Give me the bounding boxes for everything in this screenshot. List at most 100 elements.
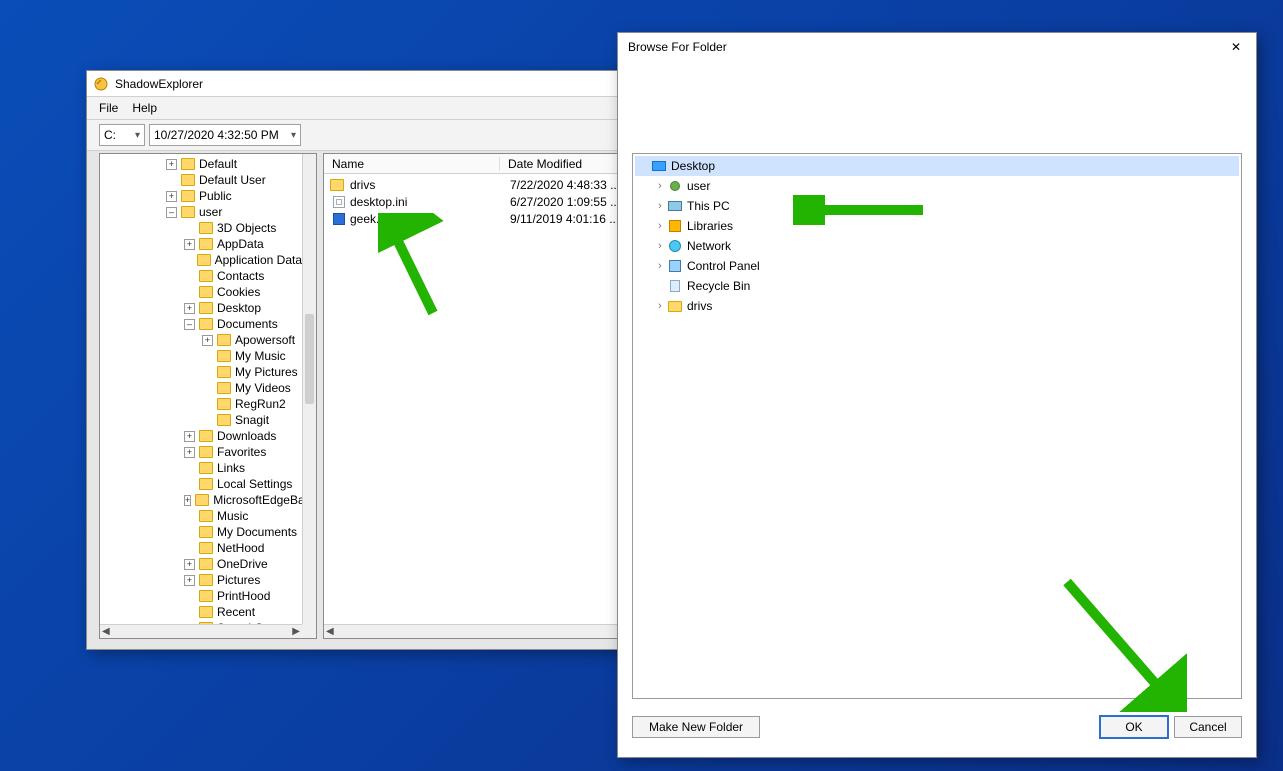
browse-tree-item-label: Network bbox=[687, 239, 731, 253]
tree-item[interactable]: Local Settings bbox=[102, 476, 302, 492]
expand-toggle-icon[interactable]: + bbox=[166, 191, 177, 202]
make-new-folder-button[interactable]: Make New Folder bbox=[632, 716, 760, 738]
expand-toggle-icon[interactable]: + bbox=[184, 447, 195, 458]
file-name: desktop.ini bbox=[350, 195, 510, 209]
cp-icon bbox=[667, 258, 683, 274]
file-name: drivs bbox=[350, 178, 510, 192]
tree-item[interactable]: Music bbox=[102, 508, 302, 524]
dialog-titlebar[interactable]: Browse For Folder ✕ bbox=[618, 33, 1256, 61]
tree-item[interactable]: Recent bbox=[102, 604, 302, 620]
browse-tree-item[interactable]: › Network bbox=[635, 236, 1239, 256]
close-icon[interactable]: ✕ bbox=[1226, 40, 1246, 54]
folder-icon bbox=[199, 446, 213, 458]
drive-combo[interactable]: C: ▾ bbox=[99, 124, 145, 146]
tree-item[interactable]: Snagit bbox=[102, 412, 302, 428]
tree-spacer bbox=[202, 351, 213, 362]
settings-file-icon bbox=[332, 195, 346, 209]
menu-help[interactable]: Help bbox=[132, 101, 157, 115]
ok-button[interactable]: OK bbox=[1100, 716, 1168, 738]
tree-item[interactable]: +Apowersoft bbox=[102, 332, 302, 348]
folder-icon bbox=[199, 302, 213, 314]
snapshot-combo-value: 10/27/2020 4:32:50 PM bbox=[154, 128, 279, 142]
tree-item[interactable]: Contacts bbox=[102, 268, 302, 284]
chevron-right-icon[interactable]: › bbox=[655, 300, 667, 312]
window-title: ShadowExplorer bbox=[115, 77, 203, 91]
tree-item[interactable]: +Default bbox=[102, 156, 302, 172]
tree-item[interactable]: PrintHood bbox=[102, 588, 302, 604]
browse-tree-item[interactable]: ›This PC bbox=[635, 196, 1239, 216]
expand-toggle-icon[interactable]: + bbox=[184, 559, 195, 570]
folder-tree-pane: +DefaultDefault User + Public–user3D Objec… bbox=[99, 153, 317, 639]
tree-hscrollbar[interactable]: ◀▶ bbox=[100, 624, 302, 638]
browse-tree-item-label: Control Panel bbox=[687, 259, 760, 273]
browse-tree-item[interactable]: › Control Panel bbox=[635, 256, 1239, 276]
browse-tree-item[interactable]: ›Libraries bbox=[635, 216, 1239, 236]
expand-toggle-icon[interactable]: + bbox=[184, 575, 195, 586]
expand-toggle-icon[interactable]: + bbox=[184, 495, 191, 506]
tree-item[interactable]: +Favorites bbox=[102, 444, 302, 460]
browse-tree-item[interactable]: Desktop bbox=[635, 156, 1239, 176]
col-name[interactable]: Name bbox=[324, 157, 500, 171]
browse-tree-item[interactable]: Recycle Bin bbox=[635, 276, 1239, 296]
folder-tree[interactable]: +DefaultDefault User + Public–user3D Objec… bbox=[100, 154, 302, 624]
tree-vscrollbar[interactable] bbox=[302, 154, 316, 624]
tree-item-label: Public bbox=[199, 189, 232, 203]
tree-item[interactable]: My Music bbox=[102, 348, 302, 364]
chevron-right-icon[interactable]: › bbox=[655, 200, 667, 212]
tree-item[interactable]: Application Data bbox=[102, 252, 302, 268]
tree-spacer bbox=[166, 175, 177, 186]
expand-toggle-icon[interactable]: – bbox=[166, 207, 177, 218]
tree-item[interactable]: +Pictures bbox=[102, 572, 302, 588]
cancel-button[interactable]: Cancel bbox=[1174, 716, 1242, 738]
browse-tree-item-label: Recycle Bin bbox=[687, 279, 750, 293]
folder-icon bbox=[217, 334, 231, 346]
tree-item[interactable]: My Pictures bbox=[102, 364, 302, 380]
browse-tree-item[interactable]: ›drivs bbox=[635, 296, 1239, 316]
chevron-right-icon[interactable]: › bbox=[655, 260, 667, 272]
tree-item[interactable]: Links bbox=[102, 460, 302, 476]
tree-item-label: Default User bbox=[199, 173, 266, 187]
tree-item[interactable]: Default User bbox=[102, 172, 302, 188]
chevron-right-icon[interactable]: › bbox=[655, 240, 667, 252]
tree-item[interactable]: +MicrosoftEdgeBacku bbox=[102, 492, 302, 508]
tree-spacer bbox=[184, 223, 195, 234]
expand-toggle-icon[interactable]: + bbox=[184, 239, 195, 250]
tree-spacer bbox=[184, 271, 195, 282]
tree-item-label: Cookies bbox=[217, 285, 260, 299]
folder-icon bbox=[199, 286, 213, 298]
tree-item-label: My Music bbox=[235, 349, 286, 363]
annotation-arrow bbox=[793, 195, 933, 225]
snapshot-combo[interactable]: 10/27/2020 4:32:50 PM ▾ bbox=[149, 124, 301, 146]
tree-item[interactable]: RegRun2 bbox=[102, 396, 302, 412]
tree-item[interactable]: + OneDrive bbox=[102, 556, 302, 572]
chevron-right-icon[interactable]: › bbox=[655, 220, 667, 232]
tree-spacer bbox=[184, 463, 195, 474]
tree-item[interactable]: +Desktop bbox=[102, 300, 302, 316]
folder-icon bbox=[181, 206, 195, 218]
tree-item[interactable]: + Public bbox=[102, 188, 302, 204]
file-date: 9/11/2019 4:01:16 ... bbox=[510, 212, 619, 226]
tree-spacer bbox=[184, 511, 195, 522]
browse-tree-item-label: user bbox=[687, 179, 710, 193]
tree-item[interactable]: –Documents bbox=[102, 316, 302, 332]
tree-item[interactable]: +AppData bbox=[102, 236, 302, 252]
expand-toggle-icon[interactable]: + bbox=[202, 335, 213, 346]
tree-item[interactable]: NetHood bbox=[102, 540, 302, 556]
tree-item[interactable]: +Downloads bbox=[102, 428, 302, 444]
tree-spacer bbox=[184, 543, 195, 554]
tree-item[interactable]: –user bbox=[102, 204, 302, 220]
browse-tree-item[interactable]: › user bbox=[635, 176, 1239, 196]
chevron-right-icon[interactable]: › bbox=[655, 180, 667, 192]
tree-item-label: Music bbox=[217, 509, 248, 523]
folder-icon bbox=[199, 462, 213, 474]
tree-item[interactable]: My Documents bbox=[102, 524, 302, 540]
expand-toggle-icon[interactable]: + bbox=[184, 431, 195, 442]
expand-toggle-icon[interactable]: + bbox=[184, 303, 195, 314]
expand-toggle-icon[interactable]: – bbox=[184, 319, 195, 330]
expand-toggle-icon[interactable]: + bbox=[166, 159, 177, 170]
menu-file[interactable]: File bbox=[99, 101, 118, 115]
tree-item-label: OneDrive bbox=[217, 557, 268, 571]
tree-item[interactable]: My Videos bbox=[102, 380, 302, 396]
tree-item[interactable]: Cookies bbox=[102, 284, 302, 300]
tree-item[interactable]: 3D Objects bbox=[102, 220, 302, 236]
